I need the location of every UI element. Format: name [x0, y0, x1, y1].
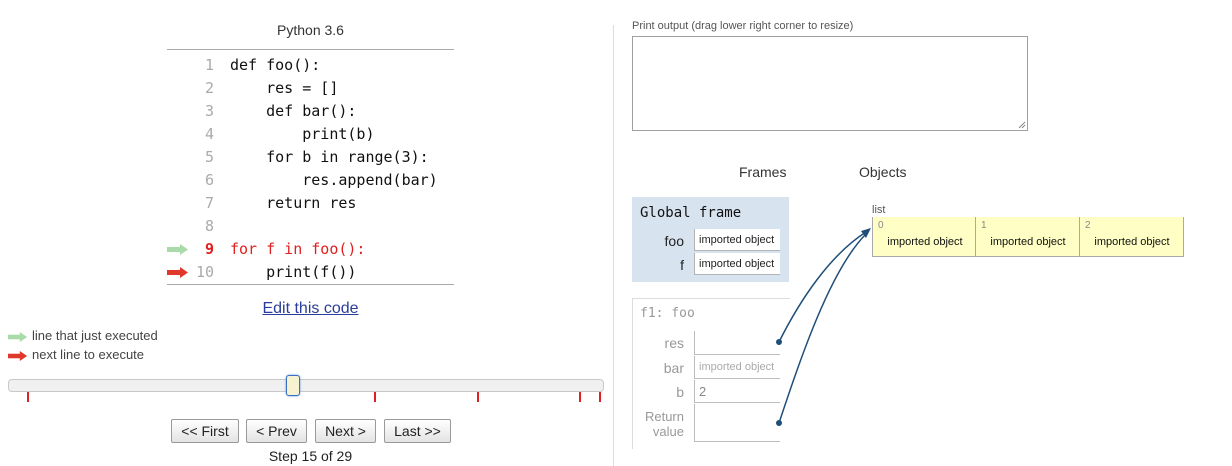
pointer-arrows	[776, 228, 871, 426]
pointer-return-to-list	[776, 233, 867, 426]
